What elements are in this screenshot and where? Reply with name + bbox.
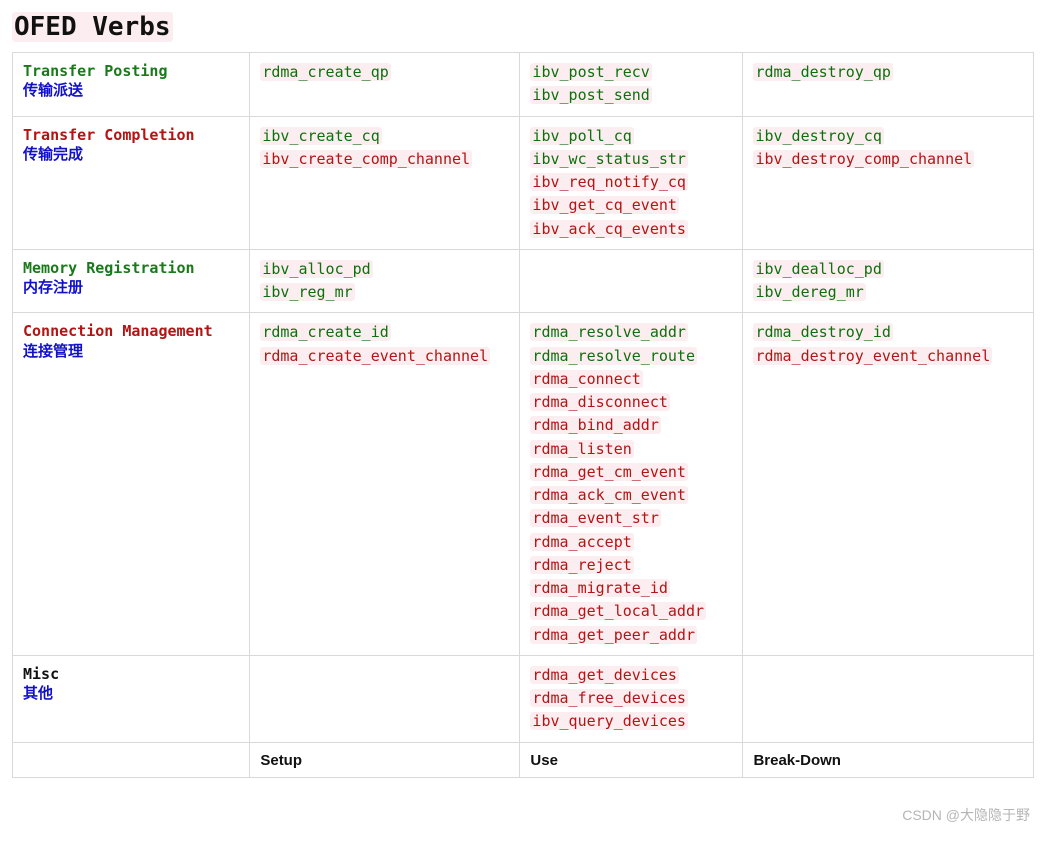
api-fn: rdma_migrate_id — [530, 579, 669, 597]
category-label-en: Connection Management — [23, 321, 239, 341]
api-fn: rdma_get_cm_event — [530, 463, 688, 481]
category-label-en: Transfer Posting — [23, 61, 239, 81]
cell-use: ibv_post_recv ibv_post_send — [520, 53, 743, 117]
api-fn: rdma_create_qp — [260, 63, 390, 81]
api-fn: ibv_alloc_pd — [260, 260, 372, 278]
api-fn: ibv_create_comp_channel — [260, 150, 472, 168]
api-fn: rdma_connect — [530, 370, 642, 388]
api-fn: rdma_bind_addr — [530, 416, 660, 434]
table-row: Memory Registration内存注册 ibv_alloc_pd ibv_r… — [13, 249, 1034, 313]
api-fn: rdma_resolve_addr — [530, 323, 688, 341]
api-fn: ibv_dealloc_pd — [753, 260, 883, 278]
api-fn: rdma_get_local_addr — [530, 602, 706, 620]
footer-use: Use — [530, 752, 558, 769]
api-fn: rdma_reject — [530, 556, 633, 574]
category-label-cn: 传输派送 — [23, 81, 239, 101]
api-fn: ibv_post_recv — [530, 63, 651, 81]
api-fn: rdma_create_event_channel — [260, 347, 490, 365]
cell-use: rdma_resolve_addr rdma_resolve_route rdma_… — [520, 313, 743, 656]
api-fn: rdma_create_id — [260, 323, 390, 341]
api-fn: ibv_get_cq_event — [530, 196, 679, 214]
cell-setup: ibv_create_cq ibv_create_comp_channel — [250, 116, 520, 249]
cell-setup: ibv_alloc_pd ibv_reg_mr — [250, 249, 520, 313]
table-row: Connection Management连接管理rdma_create_idr… — [13, 313, 1034, 656]
category-label-en: Misc — [23, 664, 239, 684]
api-fn: ibv_wc_status_str — [530, 150, 688, 168]
cell-setup: rdma_create_qp — [250, 53, 520, 117]
cell-breakdown: rdma_destroy_qp — [743, 53, 1034, 117]
api-fn: rdma_get_peer_addr — [530, 626, 697, 644]
footer-row: Setup Use Break-Down — [13, 742, 1034, 777]
page-title: OFED Verbs — [12, 12, 173, 42]
table-row: Transfer Completion传输完成ibv_create_cqibv_… — [13, 116, 1034, 249]
api-fn: ibv_destroy_cq — [753, 127, 883, 145]
cell-use — [520, 249, 743, 313]
cell-breakdown: rdma_destroy_id rdma_destroy_event_channe… — [743, 313, 1034, 656]
table-row: Transfer Posting传输派送 rdma_create_qp ibv_po… — [13, 53, 1034, 117]
api-fn: ibv_create_cq — [260, 127, 381, 145]
api-fn: rdma_destroy_qp — [753, 63, 892, 81]
api-fn: rdma_get_devices — [530, 666, 679, 684]
api-fn: rdma_destroy_id — [753, 323, 892, 341]
api-fn: ibv_destroy_comp_channel — [753, 150, 974, 168]
api-fn: rdma_free_devices — [530, 689, 688, 707]
api-fn: ibv_req_notify_cq — [530, 173, 688, 191]
cell-setup — [250, 655, 520, 742]
category-label-cn: 传输完成 — [23, 145, 239, 165]
api-fn: ibv_ack_cq_events — [530, 220, 688, 238]
api-fn: rdma_disconnect — [530, 393, 669, 411]
api-fn: rdma_listen — [530, 440, 633, 458]
api-fn: rdma_accept — [530, 533, 633, 551]
api-fn: ibv_poll_cq — [530, 127, 633, 145]
category-label-cn: 内存注册 — [23, 278, 239, 298]
table-row: Misc其他 rdma_get_devices rdma_free_devicesi… — [13, 655, 1034, 742]
cell-breakdown: ibv_destroy_cq ibv_destroy_comp_channel — [743, 116, 1034, 249]
api-fn: rdma_event_str — [530, 509, 660, 527]
cell-breakdown: ibv_dealloc_pd ibv_dereg_mr — [743, 249, 1034, 313]
api-fn: ibv_post_send — [530, 86, 651, 104]
cell-use: ibv_poll_cq ibv_wc_status_str ibv_req_noti… — [520, 116, 743, 249]
api-fn: rdma_ack_cm_event — [530, 486, 688, 504]
cell-setup: rdma_create_id rdma_create_event_channel — [250, 313, 520, 656]
api-fn: ibv_query_devices — [530, 712, 688, 730]
cell-breakdown — [743, 655, 1034, 742]
api-fn: rdma_resolve_route — [530, 347, 697, 365]
api-fn: rdma_destroy_event_channel — [753, 347, 992, 365]
cell-use: rdma_get_devices rdma_free_devices ibv_que… — [520, 655, 743, 742]
footer-breakdown: Break-Down — [753, 752, 841, 769]
category-label-cn: 连接管理 — [23, 342, 239, 362]
category-label-cn: 其他 — [23, 684, 239, 704]
footer-setup: Setup — [260, 752, 302, 769]
api-fn: ibv_dereg_mr — [753, 283, 865, 301]
category-label-en: Transfer Completion — [23, 125, 239, 145]
api-fn: ibv_reg_mr — [260, 283, 354, 301]
watermark: CSDN @大隐隐于野 — [902, 805, 1030, 825]
category-label-en: Memory Registration — [23, 258, 239, 278]
verbs-table: Transfer Posting传输派送 rdma_create_qp ibv_po… — [12, 52, 1034, 778]
